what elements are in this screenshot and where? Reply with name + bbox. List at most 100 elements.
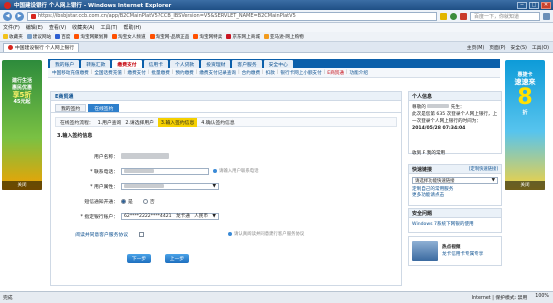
search-icon[interactable]	[543, 12, 550, 20]
subnav-item[interactable]: 合约缴费	[242, 70, 260, 76]
subnav-item[interactable]: 批量缴费	[151, 70, 169, 76]
menu-file[interactable]: 文件(F)	[3, 24, 20, 31]
subnav-item[interactable]: 功能介绍	[350, 70, 368, 76]
fav-item-2[interactable]: 淘宝网聚划算	[74, 34, 108, 40]
forward-button[interactable]: ▶	[15, 11, 24, 21]
favorites-button[interactable]: 收藏夹	[3, 34, 23, 40]
safety-menu[interactable]: 安全(S)	[510, 44, 526, 51]
fav-item-6[interactable]: 京东网上商城	[226, 34, 260, 40]
prev-button[interactable]: 上一步	[165, 254, 189, 263]
next-button[interactable]: 下一步	[127, 254, 151, 263]
stop-icon[interactable]	[460, 12, 467, 20]
fav-item-1[interactable]: 百度	[55, 34, 70, 40]
page-icon	[26, 34, 32, 39]
video-link[interactable]: 龙卡信用卡专属专享	[442, 251, 483, 258]
back-button[interactable]: ◀	[3, 11, 12, 21]
inner-tabs: 我的签约 在线签约	[51, 101, 401, 113]
nav-payment[interactable]: 缴费支付	[112, 60, 142, 68]
step-heading: 在线签约流程：	[60, 120, 94, 126]
step-3-current: 3.输入签约信息	[157, 117, 198, 127]
sms-yes-radio[interactable]	[121, 198, 126, 204]
phone-input[interactable]	[121, 167, 209, 175]
menu-edit[interactable]: 编辑(E)	[26, 24, 43, 31]
tab-my-contracts[interactable]: 我的签约	[55, 104, 87, 112]
subnav-item[interactable]: 全国话费充值	[94, 70, 122, 76]
security-link[interactable]: Windows 7系统下网银的使用	[409, 218, 501, 231]
sub-nav: 中国移动充值缴费 | 全国话费充值 | 缴费支付 | 批量缴费 | 预约缴费 | 缴费支付…	[48, 68, 500, 78]
right-ad-close-button[interactable]: 关闭	[505, 181, 545, 190]
attr-redacted	[124, 184, 164, 188]
subnav-item[interactable]: 缴费支付	[127, 70, 145, 76]
left-ad-close-button[interactable]: 关闭	[2, 181, 42, 190]
ccb-tab-icon	[8, 45, 13, 50]
fav-item-3[interactable]: 淘宝女人频道	[111, 34, 146, 40]
subnav-item[interactable]: 预约缴费	[175, 70, 193, 76]
fav-label: 淘宝网聚划算	[80, 34, 108, 40]
account-currency: 人民币	[194, 214, 209, 219]
video-thumbnail-icon[interactable]	[412, 241, 438, 261]
agreement-checkbox[interactable]	[139, 231, 144, 237]
menu-view[interactable]: 查看(V)	[49, 24, 66, 31]
browser-tab[interactable]: 中国建设银行 个人网上银行	[3, 42, 80, 52]
search-input[interactable]: 百度一下，你就知道	[470, 11, 540, 21]
nav-investment[interactable]: 投资理财	[201, 60, 231, 68]
menu-help[interactable]: 帮助(H)	[123, 24, 141, 31]
refresh-icon[interactable]	[450, 12, 457, 20]
nav-loan[interactable]: 个人贷款	[170, 60, 200, 68]
page-menu[interactable]: 页面(P)	[489, 44, 505, 51]
step-indicator: 在线签约流程： 1.用户查询 2.请选择用户 3.输入签约信息 4.确认签约信息	[55, 117, 397, 127]
agreement-link[interactable]: 阅读并同意客户服务协议	[51, 231, 131, 238]
taobao-icon	[74, 34, 80, 39]
customize-quick-links[interactable]: [定制快速链接]	[469, 166, 498, 172]
close-button[interactable]: ✕	[541, 1, 551, 9]
subnav-item-active[interactable]: E商贸通	[327, 70, 344, 76]
fav-item-7[interactable]: 亚马逊-网上购物	[263, 34, 304, 40]
quick-links-body: 定制自己的常用服务 更多功能请点击	[409, 187, 501, 202]
nav-my-account[interactable]: 我的账户	[50, 60, 80, 68]
zoom-level[interactable]: 100%	[535, 294, 549, 301]
security-panel: 安全问题 Windows 7系统下网银的使用	[408, 208, 502, 233]
menu-tools[interactable]: 工具(T)	[101, 24, 118, 31]
account-select[interactable]: 62****2222****4421 龙卡通 人民币 ▼	[121, 212, 219, 220]
fav-item-5[interactable]: 淘宝网特卖	[193, 34, 222, 40]
fav-label: 淘宝女人频道	[117, 34, 146, 40]
security-zone: Internet | 保护模式: 禁用	[471, 296, 528, 301]
quick-link-select[interactable]: 请选择功能快速链接 ▼	[412, 177, 498, 184]
left-ad-line1: 建行生活	[11, 78, 32, 84]
star-icon	[3, 34, 8, 39]
tab-online-contract[interactable]: 在线签约	[88, 104, 120, 112]
tools-menu[interactable]: 工具(O)	[532, 44, 549, 51]
url-input[interactable]: https://ibsbjstar.ccb.com.cn/app/B2CMain…	[27, 11, 437, 21]
subnav-item[interactable]: 银行卡网上小额支付	[280, 70, 321, 76]
attr-select[interactable]: ▼	[121, 182, 219, 190]
nav-security[interactable]: 安全中心	[263, 60, 293, 68]
chevron-down-icon: ▼	[212, 213, 216, 219]
ccb-logo-icon	[4, 1, 11, 9]
fav-item-0[interactable]: 建议网站	[26, 34, 52, 40]
fav-label: 淘宝网特卖	[199, 34, 223, 40]
subnav-item[interactable]: 中国移动充值缴费	[52, 70, 89, 76]
site-icon	[31, 13, 36, 19]
right-ad-banner[interactable]: 惠捷卡 速速来 8 折 关闭	[505, 60, 545, 190]
home-button[interactable]: 主页(M)	[467, 44, 484, 51]
subnav-item[interactable]: 缴费支付记录查询	[199, 70, 236, 76]
nav-credit-card[interactable]: 信用卡	[143, 60, 169, 68]
url-text: https://ibsbjstar.ccb.com.cn/app/B2CMain…	[38, 13, 296, 19]
subnav-item[interactable]: 扣款	[266, 70, 275, 76]
row-attr: * 用户属性： ▼	[51, 181, 401, 191]
maximize-button[interactable]: □	[529, 1, 539, 9]
sms-yes-label: 是	[128, 199, 133, 205]
fav-label: 建议网站	[32, 34, 52, 40]
lock-icon[interactable]	[440, 12, 447, 20]
quick-link-2[interactable]: 更多功能请点击	[412, 193, 498, 199]
favorites-bar: 收藏夹 建议网站 百度 淘宝网聚划算 淘宝女人频道 淘宝网-品牌正品 淘宝网特卖…	[0, 32, 553, 42]
favorites-label: 收藏夹	[9, 34, 23, 40]
left-ad-banner[interactable]: 建行生活 惠民优惠 享5折 45元起 关闭	[2, 60, 42, 190]
fav-item-4[interactable]: 淘宝网-品牌正品	[149, 34, 189, 40]
sms-no-radio[interactable]	[142, 198, 148, 204]
favorite-link[interactable]: 收到 F 我的常用	[412, 150, 445, 156]
nav-customer-service[interactable]: 客户服务	[232, 60, 262, 68]
nav-transfer[interactable]: 转账汇款	[81, 60, 111, 68]
minimize-button[interactable]: ─	[517, 1, 527, 9]
menu-favorites[interactable]: 收藏夹(A)	[72, 24, 94, 31]
